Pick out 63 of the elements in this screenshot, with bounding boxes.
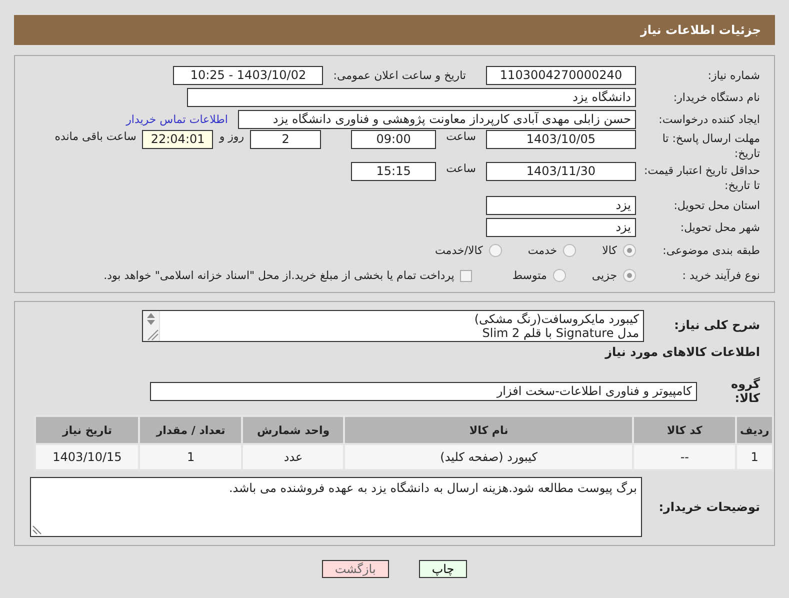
table-cell: 1 [736,444,773,470]
field-label: استان محل تحویل: [672,198,760,212]
radio-button[interactable] [623,269,636,282]
field-label: ساعت باقی مانده [54,130,136,143]
field-label: شهر محل تحویل: [679,220,760,234]
checkbox[interactable] [460,270,472,282]
field-label: نام دستگاه خریدار: [672,90,760,104]
page-title: جزئیات اطلاعات نیاز [14,15,775,45]
field-label: مهلت ارسال پاسخ: تا تاریخ: [661,131,760,161]
field-label: شرح کلی نیاز: [673,317,760,332]
column-header: نام کالا [344,416,634,444]
section-heading: اطلاعات کالاهای مورد نیاز [604,345,760,359]
description-field[interactable]: کیبورد مایکروسافت(رنگ مشکی) مدل Signature با قلم Slim 2 [142,310,644,342]
radio-label: کالا/خدمت [435,244,483,257]
days-field[interactable]: 2 [250,130,322,149]
deadline-date-field[interactable]: 1403/10/05 [486,130,636,149]
field-label: روز و [219,130,244,143]
radio-button[interactable] [563,244,576,257]
city-field[interactable]: یزد [486,218,636,236]
radio-button[interactable] [623,244,636,257]
radio-label: خدمت [528,244,558,257]
table-cell: 1 [139,444,242,470]
radio-label: کالا [602,244,617,257]
column-header: تاریخ نیاز [35,416,140,444]
table-cell: عدد [242,444,344,470]
checkbox-label: پرداخت تمام یا بخشی از مبلغ خرید.از محل "اسناد خزانه اسلامی" خواهد بود. [104,269,454,282]
validity-date-field[interactable]: 1403/11/30 [486,162,636,181]
province-field[interactable]: یزد [486,196,636,214]
column-header: ردیف [736,416,773,444]
field-label: توضیحات خریدار: [658,500,760,514]
table-cell: کیبورد (صفحه کلید) [344,444,634,470]
announce-date-field[interactable]: 1403/10/02 - 10:25 [173,66,324,84]
radio-button[interactable] [488,244,502,257]
back-button[interactable]: بازگشت [322,560,389,578]
field-label: طبقه بندی موضوعی: [662,243,760,258]
column-header: کد کالا [633,416,736,444]
deadline-time-field[interactable]: 09:00 [351,130,436,149]
radio-label: متوسط [512,269,547,282]
remaining-time-field[interactable]: 22:04:01 [142,130,214,149]
print-button[interactable]: چاپ [418,560,468,578]
buyer-notes-field[interactable]: برگ پیوست مطالعه شود.هزینه ارسال به دانشگاه یزد به عهده فروشنده می باشد. [30,477,642,537]
table-cell: -- [633,444,736,470]
requester-field[interactable]: حسن زابلی مهدی آبادی کارپرداز معاونت پژوهشی و فناوری دانشگاه یزد [238,110,636,128]
scroll-arrows-icon[interactable] [143,311,160,341]
table-cell: 1403/10/15 [35,444,140,470]
need-number-field[interactable]: 1103004270000240 [486,66,636,84]
field-label: گروه کالا: [730,377,760,405]
buyer-contact-link[interactable]: اطلاعات تماس خریدار [126,112,228,126]
buyer-org-field[interactable]: دانشگاه یزد [187,88,636,106]
column-header: تعداد / مقدار [139,416,242,444]
goods-group-field[interactable]: کامپیوتر و فناوری اطلاعات-سخت افزار [150,382,697,400]
validity-time-field[interactable]: 15:15 [351,162,436,181]
field-label: نوع فرآیند خرید : [681,268,760,283]
radio-button[interactable] [552,269,566,282]
radio-label: جزیی [592,269,617,282]
field-label: ساعت [446,130,476,143]
field-label: تاریخ و ساعت اعلان عمومی: [333,68,466,82]
resize-grip-icon[interactable] [32,525,42,535]
field-label: حداقل تاریخ اعتبار قیمت: تا تاریخ: [643,163,760,193]
field-label: ایجاد کننده درخواست: [658,112,760,126]
column-header: واحد شمارش [242,416,344,444]
field-label: شماره نیاز: [706,68,760,82]
field-label: ساعت [446,162,476,175]
